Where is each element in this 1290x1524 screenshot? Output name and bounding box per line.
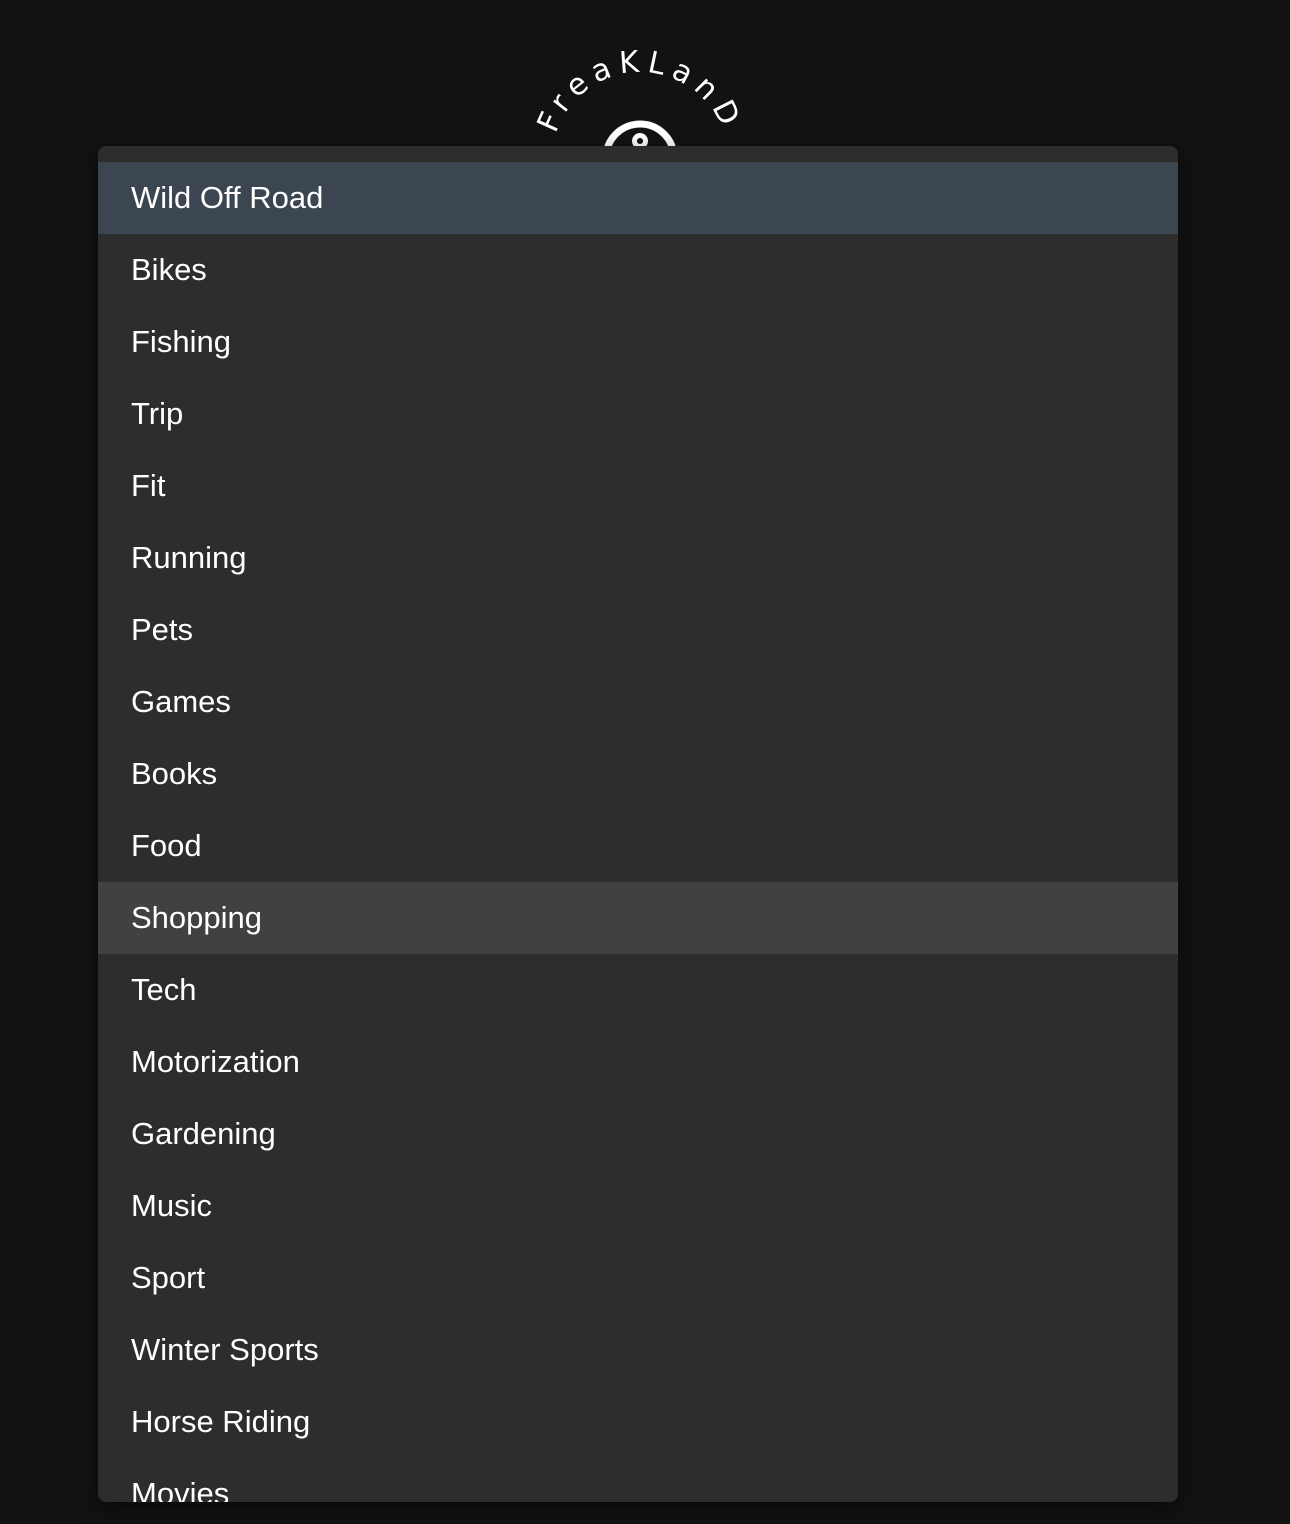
category-dropdown[interactable]: Wild Off Road Bikes Fishing Trip Fit Running P… [98, 146, 1178, 1502]
dropdown-option[interactable]: Pets [98, 594, 1178, 666]
dropdown-option[interactable]: Horse Riding [98, 1386, 1178, 1458]
dropdown-option[interactable]: Movies [98, 1458, 1178, 1502]
dropdown-option[interactable]: Motorization [98, 1026, 1178, 1098]
logo-graphic: FreaKLanD [531, 44, 742, 160]
page: FreaKLanD Wild Off Road Bikes Fishing Trip F… [0, 0, 1290, 1524]
dropdown-option[interactable]: Fishing [98, 306, 1178, 378]
freakland-logo[interactable]: FreaKLanD [520, 40, 760, 160]
dropdown-option[interactable]: Running [98, 522, 1178, 594]
dropdown-option[interactable]: Food [98, 810, 1178, 882]
dropdown-option[interactable]: Trip [98, 378, 1178, 450]
dropdown-option[interactable]: Bikes [98, 234, 1178, 306]
dropdown-option[interactable]: Sport [98, 1242, 1178, 1314]
dropdown-option[interactable]: Games [98, 666, 1178, 738]
dropdown-option[interactable]: Gardening [98, 1098, 1178, 1170]
dropdown-option[interactable]: Tech [98, 954, 1178, 1026]
dropdown-option[interactable]: Wild Off Road [98, 162, 1178, 234]
dropdown-option[interactable]: Books [98, 738, 1178, 810]
category-option-list: Wild Off Road Bikes Fishing Trip Fit Running P… [98, 162, 1178, 1502]
dropdown-option[interactable]: Fit [98, 450, 1178, 522]
dropdown-option[interactable]: Winter Sports [98, 1314, 1178, 1386]
dropdown-option[interactable]: Shopping [98, 882, 1178, 954]
dropdown-option[interactable]: Music [98, 1170, 1178, 1242]
